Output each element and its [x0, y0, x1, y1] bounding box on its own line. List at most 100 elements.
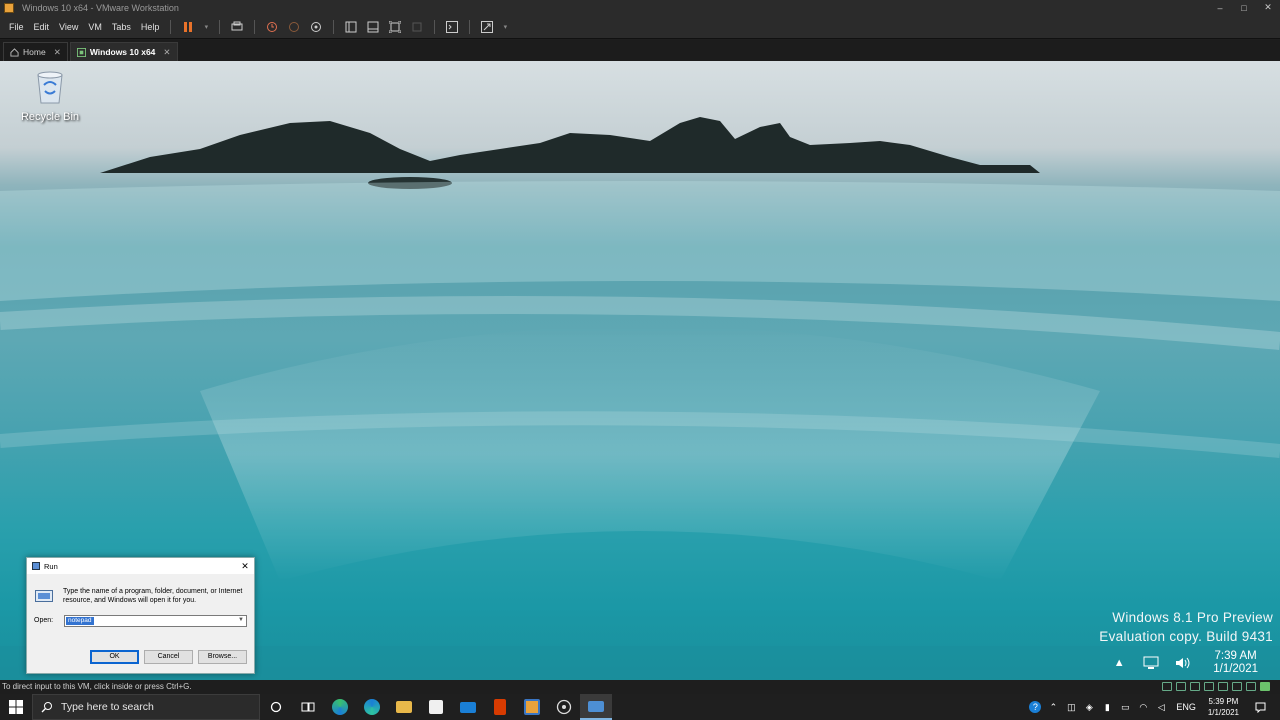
office-icon[interactable]: [484, 694, 516, 720]
show-library-icon[interactable]: [344, 20, 358, 34]
run-dialog: Run ✕ Type the name of a program, folder…: [26, 557, 255, 674]
recycle-bin-icon: [37, 71, 63, 104]
watermark-line-2: Evaluation copy. Build 9431: [1099, 629, 1273, 644]
chevron-down-icon[interactable]: ▾: [502, 20, 508, 34]
run-dialog-title: Run: [44, 561, 58, 571]
language-indicator[interactable]: ENG: [1176, 701, 1196, 713]
host-system-tray: ? ⌃ ◫ ◈ ▮ ▭ ◠ ◁ ENG 5:39 PM 1/1/2021: [1026, 694, 1280, 720]
host-clock[interactable]: 5:39 PM 1/1/2021: [1208, 696, 1239, 718]
start-button[interactable]: [0, 694, 32, 720]
pause-icon[interactable]: [181, 20, 195, 34]
cortana-icon[interactable]: [260, 694, 292, 720]
thumbnail-bar-icon[interactable]: [366, 20, 380, 34]
browse-button[interactable]: Browse...: [198, 650, 247, 664]
chrome-like-icon[interactable]: [548, 694, 580, 720]
taskbar-search-box[interactable]: Type here to search: [32, 694, 260, 720]
full-screen-icon[interactable]: [388, 20, 402, 34]
chevron-down-icon[interactable]: ▾: [203, 20, 209, 34]
tab-vm-label: Windows 10 x64: [89, 47, 156, 57]
tab-home[interactable]: Home ✕: [3, 42, 68, 61]
close-tab-icon[interactable]: ✕: [54, 47, 61, 58]
guest-tray: ▲ 7:39 AM 1/1/2021: [1103, 650, 1258, 676]
host-clock-date: 1/1/2021: [1207, 708, 1239, 717]
toolbar-separator: [434, 19, 436, 34]
home-icon: [10, 47, 19, 57]
network-icon[interactable]: [1141, 655, 1161, 671]
open-label: Open:: [34, 617, 54, 624]
run-close-button[interactable]: ✕: [236, 561, 254, 572]
printer-icon[interactable]: [1232, 682, 1242, 691]
menu-file[interactable]: File: [4, 22, 29, 32]
recycle-bin-shortcut[interactable]: Recycle Bin: [8, 67, 92, 123]
search-icon: [41, 702, 52, 713]
toolbar-separator: [333, 19, 335, 34]
edge-icon[interactable]: [324, 694, 356, 720]
edge-dev-icon[interactable]: [356, 694, 388, 720]
task-view-icon[interactable]: [292, 694, 324, 720]
guest-clock[interactable]: 7:39 AM 1/1/2021: [1213, 650, 1258, 676]
close-tab-icon[interactable]: ✕: [163, 47, 170, 58]
device-status-icons: [1158, 682, 1270, 691]
maximize-button[interactable]: □: [1232, 3, 1256, 13]
menu-vm[interactable]: VM: [83, 22, 107, 32]
cancel-button[interactable]: Cancel: [144, 650, 193, 664]
console-view-icon[interactable]: [445, 20, 459, 34]
store-icon[interactable]: [420, 694, 452, 720]
toolbar-separator: [219, 19, 221, 34]
cd-dvd-icon[interactable]: [1176, 682, 1186, 691]
vmware-title-bar: Windows 10 x64 - VMware Workstation – □ …: [0, 0, 1280, 15]
shield-icon[interactable]: ◈: [1083, 701, 1095, 713]
vmware-window-taskbar-button[interactable]: [580, 694, 612, 720]
usb-icon[interactable]: [1204, 682, 1214, 691]
tab-bar: Home ✕ Windows 10 x64 ✕: [0, 40, 1280, 61]
revert-snapshot-icon[interactable]: [287, 20, 301, 34]
minimize-button[interactable]: –: [1208, 3, 1232, 13]
search-placeholder: Type here to search: [61, 701, 154, 713]
menu-help[interactable]: Help: [136, 22, 165, 32]
watermark-line-1: Windows 8.1 Pro Preview: [1112, 610, 1273, 625]
guest-clock-date: 1/1/2021: [1213, 663, 1258, 675]
volume-icon[interactable]: [1173, 655, 1193, 671]
vm-icon: [76, 47, 86, 57]
snapshot-icon[interactable]: [265, 20, 279, 34]
toolbar-separator: [254, 19, 256, 34]
display-icon[interactable]: [1246, 682, 1256, 691]
display-icon[interactable]: ▭: [1119, 701, 1131, 713]
show-hidden-icons-icon[interactable]: ⌃: [1047, 701, 1059, 713]
open-combobox[interactable]: notepad ▼: [64, 615, 247, 627]
message-log-icon[interactable]: [1260, 682, 1270, 691]
stretch-guest-icon[interactable]: [480, 20, 494, 34]
notifications-icon[interactable]: [1254, 701, 1266, 713]
show-hidden-icons-icon[interactable]: ▲: [1109, 655, 1129, 671]
network-adapter-icon[interactable]: [1190, 682, 1200, 691]
tray-app-icon[interactable]: ◫: [1065, 701, 1077, 713]
unity-icon[interactable]: [410, 20, 424, 34]
snapshot-manager-icon[interactable]: [309, 20, 323, 34]
toolbar-separator: [170, 19, 172, 34]
recycle-bin-label: Recycle Bin: [20, 111, 80, 123]
vmware-status-line: To direct input to this VM, click inside…: [0, 680, 1280, 694]
chevron-down-icon[interactable]: ▼: [238, 617, 244, 623]
volume-mute-icon[interactable]: ◁: [1155, 701, 1167, 713]
ok-button[interactable]: OK: [90, 650, 139, 664]
evaluation-watermark: Windows 8.1 Pro Preview Evaluation copy.…: [1099, 608, 1273, 646]
sound-card-icon[interactable]: [1218, 682, 1228, 691]
menu-view[interactable]: View: [54, 22, 83, 32]
tab-windows-10-x64[interactable]: Windows 10 x64 ✕: [69, 42, 178, 61]
send-ctrl-alt-del-icon[interactable]: [230, 20, 244, 34]
help-icon[interactable]: ?: [1029, 701, 1042, 713]
close-window-button[interactable]: ✕: [1256, 2, 1280, 13]
file-explorer-icon[interactable]: [388, 694, 420, 720]
vmware-app-icon: [4, 2, 14, 13]
hard-disk-icon[interactable]: [1162, 682, 1172, 691]
mail-icon[interactable]: [452, 694, 484, 720]
menu-edit[interactable]: Edit: [29, 22, 55, 32]
wifi-icon[interactable]: ◠: [1137, 701, 1149, 713]
run-app-icon: [32, 562, 40, 570]
microphone-icon[interactable]: ▮: [1101, 701, 1113, 713]
menu-tabs[interactable]: Tabs: [107, 22, 136, 32]
run-dialog-title-bar: Run ✕: [27, 558, 254, 574]
open-value[interactable]: notepad: [66, 617, 94, 625]
window-title: Windows 10 x64 - VMware Workstation: [22, 2, 179, 13]
vmware-workstation-icon[interactable]: [516, 694, 548, 720]
